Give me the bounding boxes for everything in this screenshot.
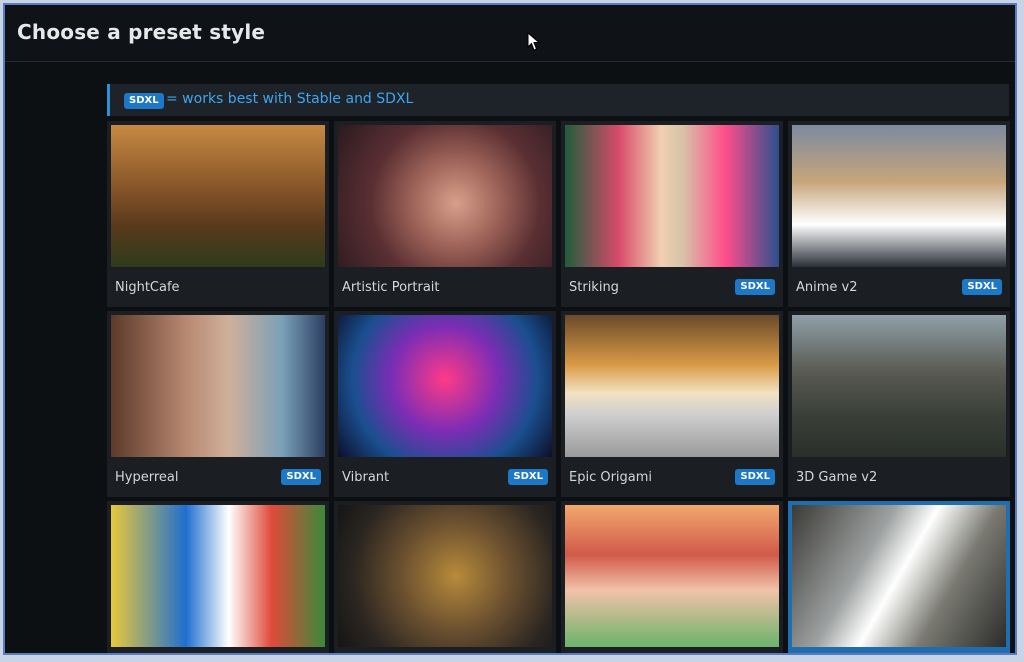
preset-thumbnail: [111, 125, 325, 267]
preset-card-striking[interactable]: Striking SDXL: [561, 121, 783, 307]
preset-thumbnail: [338, 505, 552, 647]
preset-card-selected[interactable]: [788, 501, 1010, 653]
preset-card-anime-v2[interactable]: Anime v2 SDXL: [788, 121, 1010, 307]
preset-grid: NightCafe Artistic Portrait Striking SDX…: [107, 121, 1013, 653]
preset-card-hyperreal[interactable]: Hyperreal SDXL: [107, 311, 329, 497]
preset-label: 3D Game v2: [796, 470, 878, 485]
preset-card-vibrant[interactable]: Vibrant SDXL: [334, 311, 556, 497]
sdxl-info-notice: SDXL = works best with Stable and SDXL: [107, 84, 1009, 116]
preset-card-nightcafe[interactable]: NightCafe: [107, 121, 329, 307]
preset-thumbnail: [792, 125, 1006, 267]
preset-label: Striking: [569, 280, 619, 295]
preset-thumbnail: [565, 125, 779, 267]
preset-thumbnail: [338, 315, 552, 457]
sdxl-badge: SDXL: [281, 469, 321, 485]
preset-card-artistic-portrait[interactable]: Artistic Portrait: [334, 121, 556, 307]
preset-label: Artistic Portrait: [342, 280, 440, 295]
preset-label: Vibrant: [342, 470, 390, 485]
sdxl-badge: SDXL: [508, 469, 548, 485]
preset-card[interactable]: [107, 501, 329, 653]
mouse-pointer-icon: [527, 31, 541, 56]
notice-text: = works best with Stable and SDXL: [166, 91, 414, 107]
preset-thumbnail: [111, 315, 325, 457]
sdxl-badge: SDXL: [735, 469, 775, 485]
preset-thumbnail: [111, 505, 325, 647]
preset-card-3d-game-v2[interactable]: 3D Game v2: [788, 311, 1010, 497]
preset-thumbnail: [792, 505, 1006, 647]
preset-card[interactable]: [334, 501, 556, 653]
preset-label: NightCafe: [115, 280, 180, 295]
page-title: Choose a preset style: [17, 20, 266, 44]
preset-label: Anime v2: [796, 280, 858, 295]
sdxl-badge: SDXL: [962, 279, 1002, 295]
preset-label: Epic Origami: [569, 470, 653, 485]
preset-thumbnail: [338, 125, 552, 267]
preset-thumbnail: [565, 315, 779, 457]
preset-style-window: Choose a preset style SDXL = works best …: [3, 3, 1017, 655]
sdxl-badge: SDXL: [124, 93, 164, 109]
preset-label: Hyperreal: [115, 470, 179, 485]
preset-card-epic-origami[interactable]: Epic Origami SDXL: [561, 311, 783, 497]
window-header: Choose a preset style: [5, 5, 1015, 62]
preset-thumbnail: [792, 315, 1006, 457]
preset-card[interactable]: [561, 501, 783, 653]
sdxl-badge: SDXL: [735, 279, 775, 295]
preset-thumbnail: [565, 505, 779, 647]
